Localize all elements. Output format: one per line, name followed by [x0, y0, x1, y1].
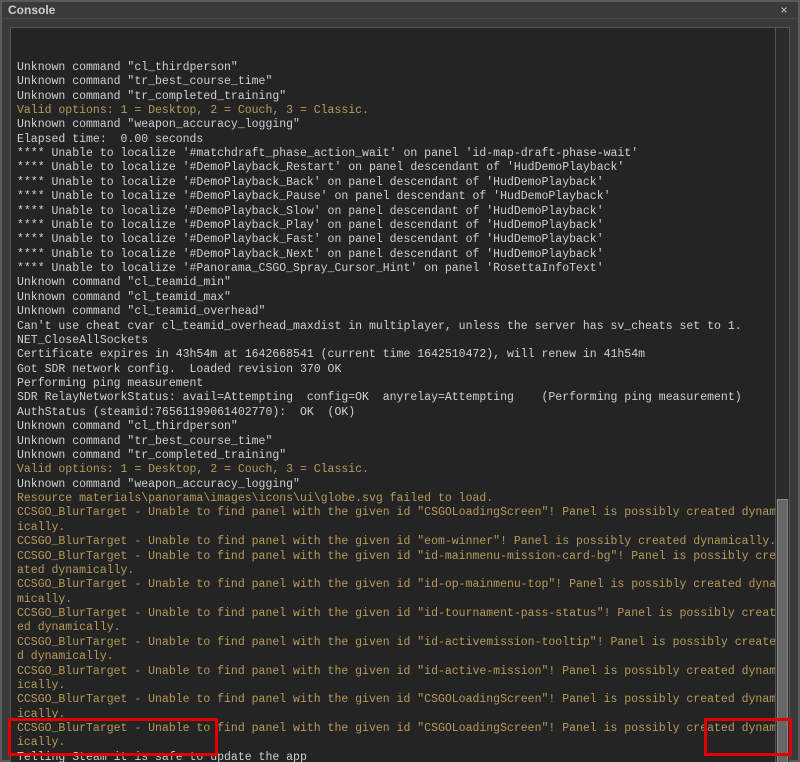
log-line: Unknown command "tr_best_course_time" — [17, 75, 783, 89]
log-line: CCSGO_BlurTarget - Unable to find panel … — [17, 607, 783, 636]
log-line: Certificate expires in 43h54m at 1642668… — [17, 348, 783, 362]
log-line: Unknown command "tr_completed_training" — [17, 90, 783, 104]
log-line: Got SDR network config. Loaded revision … — [17, 363, 783, 377]
log-line: **** Unable to localize '#DemoPlayback_P… — [17, 219, 783, 233]
log-line: Unknown command "tr_completed_training" — [17, 449, 783, 463]
window-title: Console — [8, 3, 55, 17]
window-body: Unknown command "cl_thirdperson"Unknown … — [2, 19, 798, 762]
log-line: **** Unable to localize '#DemoPlayback_F… — [17, 233, 783, 247]
log-line: CCSGO_BlurTarget - Unable to find panel … — [17, 665, 783, 694]
console-window: Console × Unknown command "cl_thirdperso… — [0, 0, 800, 762]
log-line: Unknown command "weapon_accuracy_logging… — [17, 478, 783, 492]
log-line: **** Unable to localize '#DemoPlayback_P… — [17, 190, 783, 204]
log-line: Valid options: 1 = Desktop, 2 = Couch, 3… — [17, 463, 783, 477]
log-line: **** Unable to localize '#Panorama_CSGO_… — [17, 262, 783, 276]
titlebar: Console × — [2, 2, 798, 19]
log-line: CCSGO_BlurTarget - Unable to find panel … — [17, 693, 783, 722]
log-line: Unknown command "cl_teamid_max" — [17, 291, 783, 305]
log-line: **** Unable to localize '#DemoPlayback_B… — [17, 176, 783, 190]
log-line: CCSGO_BlurTarget - Unable to find panel … — [17, 535, 783, 549]
log-line: **** Unable to localize '#DemoPlayback_N… — [17, 248, 783, 262]
log-line: AuthStatus (steamid:76561199061402770): … — [17, 406, 783, 420]
log-line: Unknown command "cl_thirdperson" — [17, 420, 783, 434]
log-line: Performing ping measurement — [17, 377, 783, 391]
close-icon[interactable]: × — [776, 2, 792, 18]
log-line: Unknown command "cl_teamid_min" — [17, 276, 783, 290]
log-line: Unknown command "tr_best_course_time" — [17, 435, 783, 449]
log-line: Unknown command "weapon_accuracy_logging… — [17, 118, 783, 132]
log-line: Elapsed time: 0.00 seconds — [17, 133, 783, 147]
log-line: CCSGO_BlurTarget - Unable to find panel … — [17, 722, 783, 751]
log-line: **** Unable to localize '#DemoPlayback_S… — [17, 205, 783, 219]
log-line: CCSGO_BlurTarget - Unable to find panel … — [17, 578, 783, 607]
log-line: Telling Steam it is safe to update the a… — [17, 751, 783, 762]
log-line: CCSGO_BlurTarget - Unable to find panel … — [17, 550, 783, 579]
log-line: NET_CloseAllSockets — [17, 334, 783, 348]
log-line: CCSGO_BlurTarget - Unable to find panel … — [17, 506, 783, 535]
console-log[interactable]: Unknown command "cl_thirdperson"Unknown … — [10, 27, 790, 762]
log-line: CCSGO_BlurTarget - Unable to find panel … — [17, 636, 783, 665]
log-line: Resource materials\panorama\images\icons… — [17, 492, 783, 506]
log-line: SDR RelayNetworkStatus: avail=Attempting… — [17, 391, 783, 405]
log-line: Unknown command "cl_thirdperson" — [17, 61, 783, 75]
scrollbar-thumb[interactable] — [777, 499, 788, 762]
log-line: Valid options: 1 = Desktop, 2 = Couch, 3… — [17, 104, 783, 118]
log-line: Can't use cheat cvar cl_teamid_overhead_… — [17, 320, 783, 334]
log-line: **** Unable to localize '#DemoPlayback_R… — [17, 161, 783, 175]
scrollbar[interactable] — [775, 28, 789, 762]
log-line: Unknown command "cl_teamid_overhead" — [17, 305, 783, 319]
log-line: **** Unable to localize '#matchdraft_pha… — [17, 147, 783, 161]
